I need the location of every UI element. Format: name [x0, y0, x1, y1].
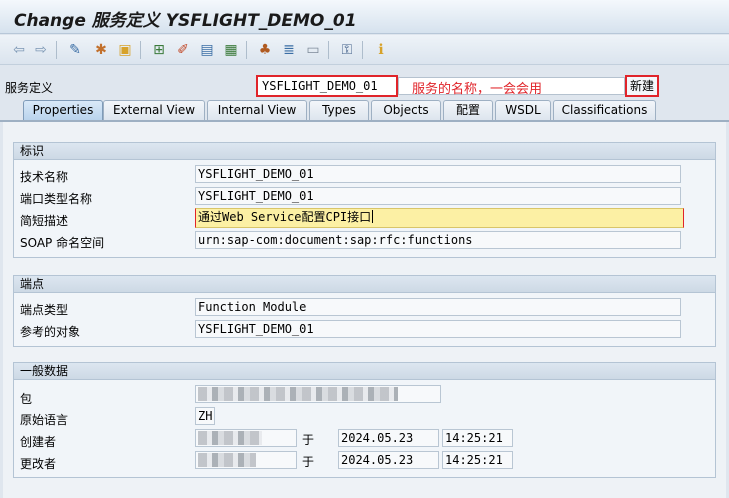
redacted-value [198, 387, 398, 401]
created-by-field[interactable] [195, 429, 297, 447]
created-at-label: 于 [302, 433, 315, 447]
text-cursor [372, 210, 374, 223]
soap-namespace-field[interactable]: urn:sap-com:document:sap:rfc:functions [195, 231, 681, 249]
group-title: 标识 [14, 143, 715, 160]
window-title: Change 服务定义 YSFLIGHT_DEMO_01 [14, 11, 357, 31]
original-language-field[interactable]: ZH [195, 407, 215, 425]
application-toolbar: ⇦ ⇨ ✎ ✱ ▣ ⊞ ✐ ▤ ▦ ♣ ≣ ▭ ⚿ ℹ [0, 35, 729, 65]
general-data-group: 一般数据 包 原始语言 ZH 创建者 于 2024.05.23 14:25:21… [13, 362, 716, 478]
created-date-field[interactable]: 2024.05.23 [338, 429, 439, 447]
tab-classifications[interactable]: Classifications [553, 100, 656, 120]
short-description-text: 通过Web Service配置CPI接口 [198, 210, 372, 224]
tab-external-view[interactable]: External View [103, 100, 205, 120]
created-time-field[interactable]: 14:25:21 [442, 429, 513, 447]
technical-name-label: 技术名称 [20, 170, 69, 184]
other-object-icon[interactable]: ▣ [116, 41, 134, 59]
toolbar-separator [362, 41, 363, 59]
package-label: 包 [20, 392, 33, 406]
hierarchy-icon[interactable]: ⊞ [150, 41, 168, 59]
tab-wsdl[interactable]: WSDL [495, 100, 551, 120]
tab-properties[interactable]: Properties [23, 100, 103, 120]
service-name-field[interactable]: YSFLIGHT_DEMO_01 [256, 75, 398, 97]
tab-configuration[interactable]: 配置 [443, 100, 493, 120]
redacted-value [198, 453, 256, 467]
package-field[interactable] [195, 385, 441, 403]
tab-strip: Properties External View Internal View T… [0, 99, 729, 121]
check-icon[interactable]: ▦ [222, 41, 240, 59]
toolbar-separator [140, 41, 141, 59]
short-description-input[interactable]: 通过Web Service配置CPI接口 [195, 208, 684, 228]
layout-icon[interactable]: ▭ [304, 41, 322, 59]
referenced-object-field[interactable]: YSFLIGHT_DEMO_01 [195, 320, 681, 338]
changed-time-field[interactable]: 14:25:21 [442, 451, 513, 469]
group-title: 端点 [14, 276, 715, 293]
transport-icon[interactable]: ▤ [198, 41, 216, 59]
toolbar-separator [56, 41, 57, 59]
service-definition-label: 服务定义 [5, 81, 54, 95]
created-by-label: 创建者 [20, 435, 57, 449]
short-description-label: 简短描述 [20, 214, 69, 228]
lock-icon[interactable]: ⚿ [338, 41, 356, 59]
endpoint-group: 端点 端点类型 Function Module 参考的对象 YSFLIGHT_D… [13, 275, 716, 347]
referenced-object-label: 参考的对象 [20, 325, 81, 339]
forward-arrow-icon[interactable]: ⇨ [32, 41, 50, 59]
endpoint-type-label: 端点类型 [20, 303, 69, 317]
title-bar: Change 服务定义 YSFLIGHT_DEMO_01 [0, 0, 729, 34]
soap-namespace-label: SOAP 命名空间 [20, 236, 105, 250]
technical-name-field[interactable]: YSFLIGHT_DEMO_01 [195, 165, 681, 183]
changed-at-label: 于 [302, 455, 315, 469]
changed-by-field[interactable] [195, 451, 297, 469]
display-change-icon[interactable]: ✎ [66, 41, 84, 59]
where-used-icon[interactable]: ✐ [174, 41, 192, 59]
properties-panel: 标识 技术名称 YSFLIGHT_DEMO_01 端口类型名称 YSFLIGHT… [3, 122, 726, 498]
toolbar-separator [328, 41, 329, 59]
annotation-note: 服务的名称，一会会用 [412, 82, 543, 97]
tree-icon[interactable]: ♣ [256, 41, 274, 59]
changed-by-label: 更改者 [20, 457, 57, 471]
port-type-name-field[interactable]: YSFLIGHT_DEMO_01 [195, 187, 681, 205]
tab-objects[interactable]: Objects [371, 100, 441, 120]
redacted-value [198, 431, 262, 445]
port-type-name-label: 端口类型名称 [20, 192, 93, 206]
activate-icon[interactable]: ✱ [92, 41, 110, 59]
back-arrow-icon[interactable]: ⇦ [10, 41, 28, 59]
tab-types[interactable]: Types [309, 100, 369, 120]
toolbar-separator [246, 41, 247, 59]
endpoint-type-field[interactable]: Function Module [195, 298, 681, 316]
original-language-label: 原始语言 [20, 413, 69, 427]
tab-internal-view[interactable]: Internal View [207, 100, 307, 120]
changed-date-field[interactable]: 2024.05.23 [338, 451, 439, 469]
identification-group: 标识 技术名称 YSFLIGHT_DEMO_01 端口类型名称 YSFLIGHT… [13, 142, 716, 258]
stack-icon[interactable]: ≣ [280, 41, 298, 59]
group-title: 一般数据 [14, 363, 715, 380]
info-icon[interactable]: ℹ [372, 41, 390, 59]
new-button[interactable]: 新建 [625, 75, 659, 97]
